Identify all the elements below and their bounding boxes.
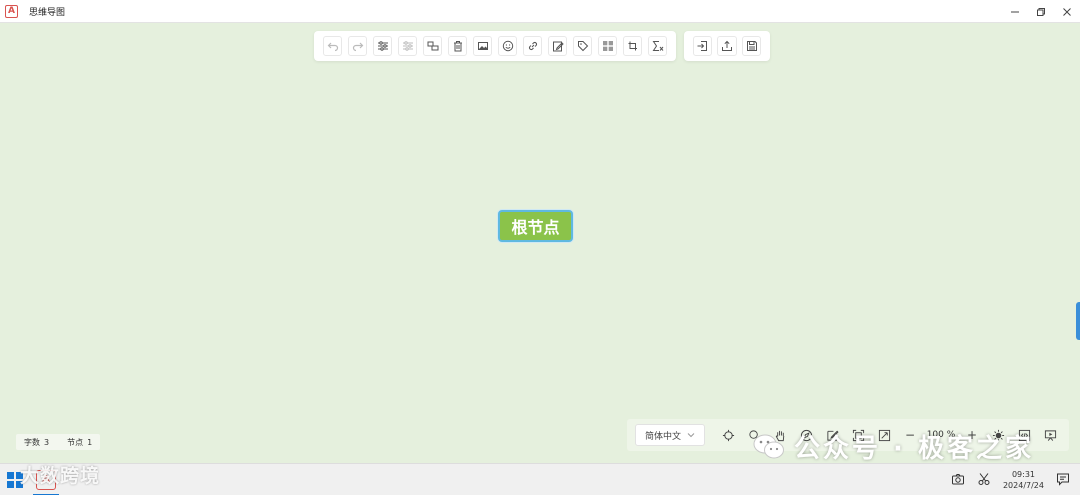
export-icon bbox=[722, 40, 732, 51]
language-select[interactable]: 简体中文 bbox=[635, 424, 705, 446]
taskbar: A 09:31 2024/7/24 bbox=[0, 463, 1080, 495]
import-icon bbox=[697, 41, 708, 51]
redo-button[interactable] bbox=[347, 36, 368, 56]
title-bar: A 思维导图 bbox=[0, 0, 1080, 23]
parent-node-icon bbox=[427, 41, 438, 51]
summary-button[interactable] bbox=[597, 36, 618, 56]
formula-icon bbox=[652, 41, 663, 51]
language-value: 简体中文 bbox=[644, 431, 681, 442]
nodes-value: 1 bbox=[87, 437, 93, 447]
present-button[interactable] bbox=[1037, 424, 1063, 446]
emoji-icon bbox=[502, 40, 513, 52]
grid-icon bbox=[602, 41, 613, 51]
chevron-down-icon bbox=[687, 433, 695, 438]
undo-button[interactable] bbox=[322, 36, 343, 56]
nodes-label: 节点 bbox=[67, 437, 84, 447]
words-label: 字数 bbox=[24, 437, 40, 447]
emoji-button[interactable] bbox=[497, 36, 518, 56]
undo-icon bbox=[327, 42, 338, 52]
locate-icon bbox=[722, 429, 734, 441]
words-value: 3 bbox=[44, 437, 50, 447]
side-panel-tab[interactable] bbox=[1076, 302, 1080, 340]
system-tray: 09:31 2024/7/24 bbox=[951, 464, 1070, 495]
watermark-right: 公众号 · 极客之家 bbox=[752, 428, 1034, 465]
image-icon bbox=[477, 42, 488, 50]
camera-icon[interactable] bbox=[951, 472, 965, 489]
import-button[interactable] bbox=[692, 36, 713, 56]
insert-child-button[interactable] bbox=[397, 36, 418, 56]
child-node-icon bbox=[402, 41, 413, 51]
delete-node-button[interactable] bbox=[447, 36, 468, 56]
association-button[interactable] bbox=[622, 36, 643, 56]
note-icon bbox=[552, 41, 564, 52]
connect-icon bbox=[628, 41, 637, 51]
main-toolbar bbox=[314, 31, 676, 61]
root-node[interactable]: 根节点 bbox=[498, 210, 573, 242]
wechat-logo-icon bbox=[752, 430, 786, 464]
trash-icon bbox=[453, 41, 462, 52]
clock-time: 09:31 bbox=[1011, 470, 1036, 479]
clock[interactable]: 09:31 2024/7/24 bbox=[1003, 469, 1044, 491]
insert-sibling-button[interactable] bbox=[372, 36, 393, 56]
save-button[interactable] bbox=[741, 36, 762, 56]
restore-icon[interactable] bbox=[1028, 0, 1054, 23]
app-logo-icon: A bbox=[5, 4, 18, 18]
notification-icon[interactable] bbox=[1056, 472, 1070, 489]
stats-box: 字数 3 节点 1 bbox=[16, 434, 101, 450]
io-toolbar bbox=[684, 31, 770, 61]
locate-button[interactable] bbox=[715, 424, 741, 446]
watermark-left-text: 大数跨境 bbox=[20, 465, 101, 487]
scissors-icon[interactable] bbox=[977, 472, 991, 489]
image-button[interactable] bbox=[472, 36, 493, 56]
window-title: 思维导图 bbox=[29, 7, 66, 18]
present-icon bbox=[1044, 429, 1056, 441]
export-button[interactable] bbox=[717, 36, 737, 56]
tag-icon bbox=[577, 41, 588, 52]
link-icon bbox=[528, 42, 537, 50]
insert-parent-button[interactable] bbox=[422, 36, 443, 56]
minimize-icon[interactable] bbox=[1002, 0, 1028, 23]
note-button[interactable] bbox=[547, 36, 568, 56]
watermark-right-text: 公众号 · 极客之家 bbox=[794, 434, 1034, 464]
sibling-node-icon bbox=[377, 41, 388, 51]
hyperlink-button[interactable] bbox=[522, 36, 543, 56]
formula-button[interactable] bbox=[647, 36, 668, 56]
window-controls bbox=[1002, 0, 1080, 23]
redo-icon bbox=[352, 42, 363, 52]
save-icon bbox=[746, 41, 757, 51]
close-icon[interactable] bbox=[1054, 0, 1080, 23]
clock-date: 2024/7/24 bbox=[1002, 481, 1044, 490]
tag-button[interactable] bbox=[572, 36, 593, 56]
